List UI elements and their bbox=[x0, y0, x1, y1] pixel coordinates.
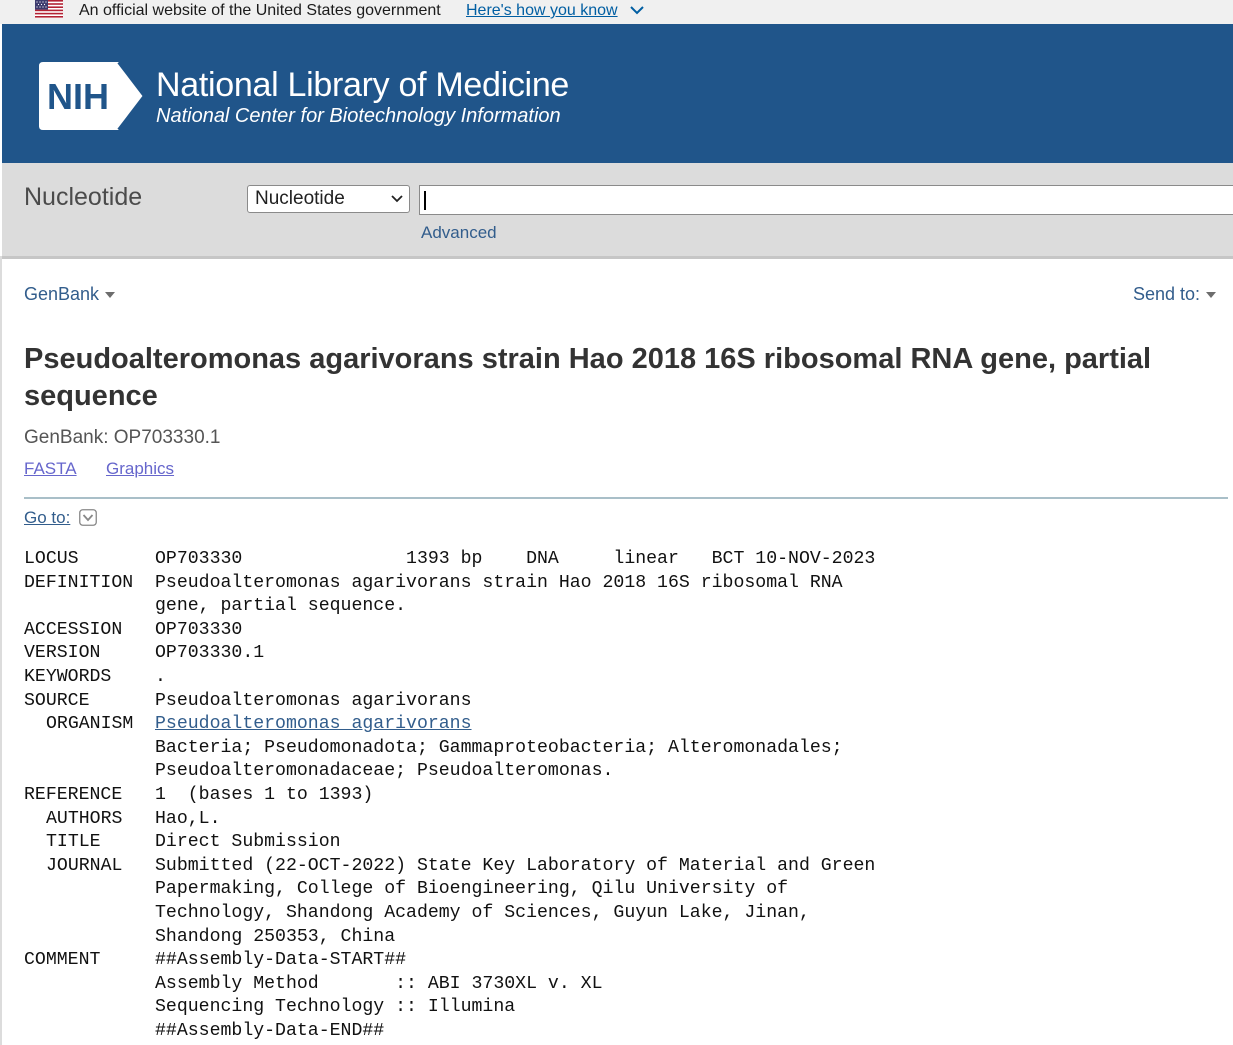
field-key: VERSION bbox=[24, 643, 101, 664]
send-to-label: Send to: bbox=[1133, 284, 1201, 304]
field-value: . bbox=[155, 666, 166, 687]
us-flag-icon bbox=[35, 0, 63, 18]
ncbi-subtitle[interactable]: National Center for Biotechnology Inform… bbox=[156, 104, 561, 128]
field-key: COMMENT bbox=[24, 950, 101, 971]
field-value: Technology, Shandong Academy of Sciences… bbox=[155, 902, 810, 923]
field-value: Submitted (22-OCT-2022) State Key Labora… bbox=[155, 855, 876, 876]
field-key: KEYWORDS bbox=[24, 666, 112, 687]
text-caret bbox=[424, 191, 426, 210]
accession-row: ACCESSION OP703330 bbox=[24, 619, 1224, 643]
lineage-row-cont: Pseudoalteromonadaceae; Pseudoalteromona… bbox=[24, 760, 1224, 784]
definition-row: DEFINITION Pseudoalteromonas agarivorans… bbox=[24, 572, 1224, 596]
comment-row-cont: Sequencing Technology :: Illumina bbox=[24, 996, 1224, 1020]
database-select-value: Nucleotide bbox=[255, 188, 345, 209]
field-value: Shandong 250353, China bbox=[155, 926, 396, 947]
title-row: TITLE Direct Submission bbox=[24, 831, 1224, 855]
dropdown-triangle-icon bbox=[1206, 292, 1217, 299]
genbank-flat-file: LOCUS OP703330 1393 bp DNA linear BCT 10… bbox=[24, 548, 1224, 1043]
format-menu[interactable]: GenBank bbox=[24, 284, 116, 305]
nih-logo-text: NIH bbox=[47, 76, 109, 117]
record-title: Pseudoalteromonas agarivorans strain Hao… bbox=[24, 343, 1152, 412]
authors-row: AUTHORS Hao,L. bbox=[24, 808, 1224, 832]
gov-banner: An official website of the United States… bbox=[0, 0, 1233, 24]
organism-row: ORGANISM Pseudoalteromonas agarivorans bbox=[24, 713, 1224, 737]
field-value: ##Assembly-Data-START## bbox=[155, 950, 407, 971]
organism-link[interactable]: Pseudoalteromonas agarivorans bbox=[155, 714, 472, 734]
comment-row-cont: Assembly Method :: ABI 3730XL v. XL bbox=[24, 973, 1224, 997]
goto-link[interactable]: Go to: bbox=[24, 508, 70, 528]
field-value: Bacteria; Pseudomonadota; Gammaproteobac… bbox=[155, 737, 843, 758]
search-bar: Nucleotide Nucleotide Advanced bbox=[2, 163, 1233, 259]
field-value: Hao,L. bbox=[155, 808, 221, 829]
journal-row-cont: Technology, Shandong Academy of Sciences… bbox=[24, 902, 1224, 926]
graphics-link[interactable]: Graphics bbox=[106, 459, 174, 479]
fasta-link[interactable]: FASTA bbox=[24, 459, 77, 479]
locus-row: LOCUS OP703330 1393 bp DNA linear BCT 10… bbox=[24, 548, 1224, 572]
journal-row-cont: Shandong 250353, China bbox=[24, 926, 1224, 950]
left-border bbox=[0, 256, 2, 1045]
field-key: LOCUS bbox=[24, 549, 79, 569]
field-value: Direct Submission bbox=[155, 832, 341, 853]
field-value: Assembly Method :: ABI 3730XL v. XL bbox=[155, 973, 603, 994]
site-header: NIH National Library of Medicine Nationa… bbox=[2, 24, 1233, 163]
nih-logo[interactable]: NIH bbox=[39, 62, 147, 130]
keywords-row: KEYWORDS . bbox=[24, 666, 1224, 690]
definition-row-cont: gene, partial sequence. bbox=[24, 595, 1224, 619]
field-value: Sequencing Technology :: Illumina bbox=[155, 997, 516, 1018]
field-value: OP703330 1393 bp DNA linear BCT 10-NOV-2… bbox=[155, 549, 876, 569]
heres-how-you-know-link[interactable]: Here's how you know bbox=[466, 1, 618, 21]
field-value: Pseudoalteromonas agarivorans bbox=[155, 690, 472, 711]
field-key: JOURNAL bbox=[46, 855, 123, 876]
field-key: ACCESSION bbox=[24, 619, 123, 640]
journal-row-cont: Papermaking, College of Bioengineering, … bbox=[24, 878, 1224, 902]
dropdown-triangle-icon bbox=[105, 292, 116, 299]
send-to-menu[interactable]: Send to: bbox=[1133, 284, 1217, 305]
comment-row-cont: ##Assembly-Data-END## bbox=[24, 1020, 1224, 1044]
field-key: TITLE bbox=[46, 832, 101, 853]
field-value: ##Assembly-Data-END## bbox=[155, 1020, 385, 1041]
chevron-down-icon[interactable] bbox=[629, 4, 645, 16]
chevron-down-icon bbox=[391, 195, 403, 203]
source-row: SOURCE Pseudoalteromonas agarivorans bbox=[24, 690, 1224, 714]
reference-row: REFERENCE 1 (bases 1 to 1393) bbox=[24, 784, 1224, 808]
field-key: SOURCE bbox=[24, 690, 90, 711]
comment-row: COMMENT ##Assembly-Data-START## bbox=[24, 949, 1224, 973]
journal-row: JOURNAL Submitted (22-OCT-2022) State Ke… bbox=[24, 855, 1224, 879]
field-value: gene, partial sequence. bbox=[155, 596, 407, 617]
nlm-title[interactable]: National Library of Medicine bbox=[156, 65, 569, 105]
accession-line: GenBank: OP703330.1 bbox=[24, 427, 221, 448]
field-value: Pseudoalteromonadaceae; Pseudoalteromona… bbox=[155, 761, 614, 782]
lineage-row: Bacteria; Pseudomonadota; Gammaproteobac… bbox=[24, 737, 1224, 761]
gov-banner-text: An official website of the United States… bbox=[79, 2, 441, 19]
field-key: REFERENCE bbox=[24, 784, 123, 805]
field-value: OP703330 bbox=[155, 619, 243, 640]
field-value: 1 (bases 1 to 1393) bbox=[155, 784, 374, 805]
search-input[interactable] bbox=[419, 185, 1233, 215]
field-value: OP703330.1 bbox=[155, 643, 265, 664]
format-menu-label: GenBank bbox=[24, 284, 100, 304]
advanced-search-link[interactable]: Advanced bbox=[421, 223, 497, 243]
field-value: Papermaking, College of Bioengineering, … bbox=[155, 879, 789, 900]
goto-chevron-icon[interactable] bbox=[79, 509, 97, 526]
field-key: DEFINITION bbox=[24, 572, 134, 593]
divider bbox=[24, 497, 1228, 499]
field-key: AUTHORS bbox=[46, 808, 123, 829]
database-select[interactable]: Nucleotide bbox=[247, 185, 410, 213]
field-key: ORGANISM bbox=[46, 714, 134, 735]
field-value: Pseudoalteromonas agarivorans strain Hao… bbox=[155, 572, 843, 593]
database-title[interactable]: Nucleotide bbox=[24, 183, 142, 212]
version-row: VERSION OP703330.1 bbox=[24, 642, 1224, 666]
